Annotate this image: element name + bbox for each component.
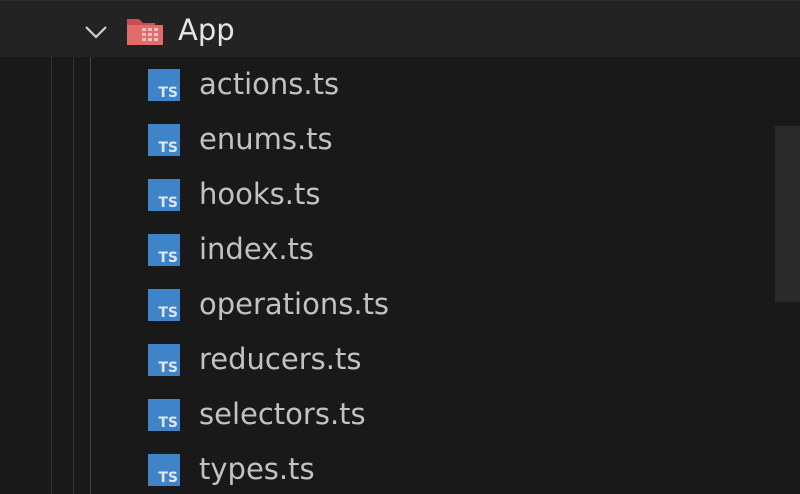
file-item-hooks[interactable]: TS hooks.ts <box>92 167 772 222</box>
typescript-file-icon: TS <box>148 399 180 431</box>
file-item-reducers[interactable]: TS reducers.ts <box>92 332 772 387</box>
file-item-actions[interactable]: TS actions.ts <box>92 57 772 112</box>
folder-row-app[interactable]: App <box>0 0 800 57</box>
typescript-file-icon: TS <box>148 454 180 486</box>
indent-guide <box>51 0 52 494</box>
typescript-file-icon: TS <box>148 69 180 101</box>
file-item-index[interactable]: TS index.ts <box>92 222 772 277</box>
file-name: hooks.ts <box>199 177 321 211</box>
file-name: operations.ts <box>199 287 390 321</box>
scrollbar-thumb[interactable] <box>775 126 800 302</box>
file-name: index.ts <box>199 232 315 266</box>
chevron-down-icon[interactable] <box>84 20 108 44</box>
file-explorer: App TS actions.ts TS enums.ts TS hooks.t… <box>0 0 800 494</box>
file-name: selectors.ts <box>199 397 366 431</box>
folder-name: App <box>178 13 235 47</box>
indent-guide <box>90 57 91 494</box>
typescript-file-icon: TS <box>148 124 180 156</box>
typescript-file-icon: TS <box>148 179 180 211</box>
file-name: enums.ts <box>199 122 333 156</box>
typescript-file-icon: TS <box>148 289 180 321</box>
file-item-operations[interactable]: TS operations.ts <box>92 277 772 332</box>
file-name: reducers.ts <box>199 342 362 376</box>
file-item-selectors[interactable]: TS selectors.ts <box>92 387 772 442</box>
file-item-types[interactable]: TS types.ts <box>92 442 772 494</box>
file-name: actions.ts <box>199 67 340 101</box>
file-name: types.ts <box>199 452 315 486</box>
file-item-enums[interactable]: TS enums.ts <box>92 112 772 167</box>
folder-open-icon <box>127 19 163 45</box>
indent-guide <box>73 0 74 494</box>
typescript-file-icon: TS <box>148 344 180 376</box>
typescript-file-icon: TS <box>148 234 180 266</box>
